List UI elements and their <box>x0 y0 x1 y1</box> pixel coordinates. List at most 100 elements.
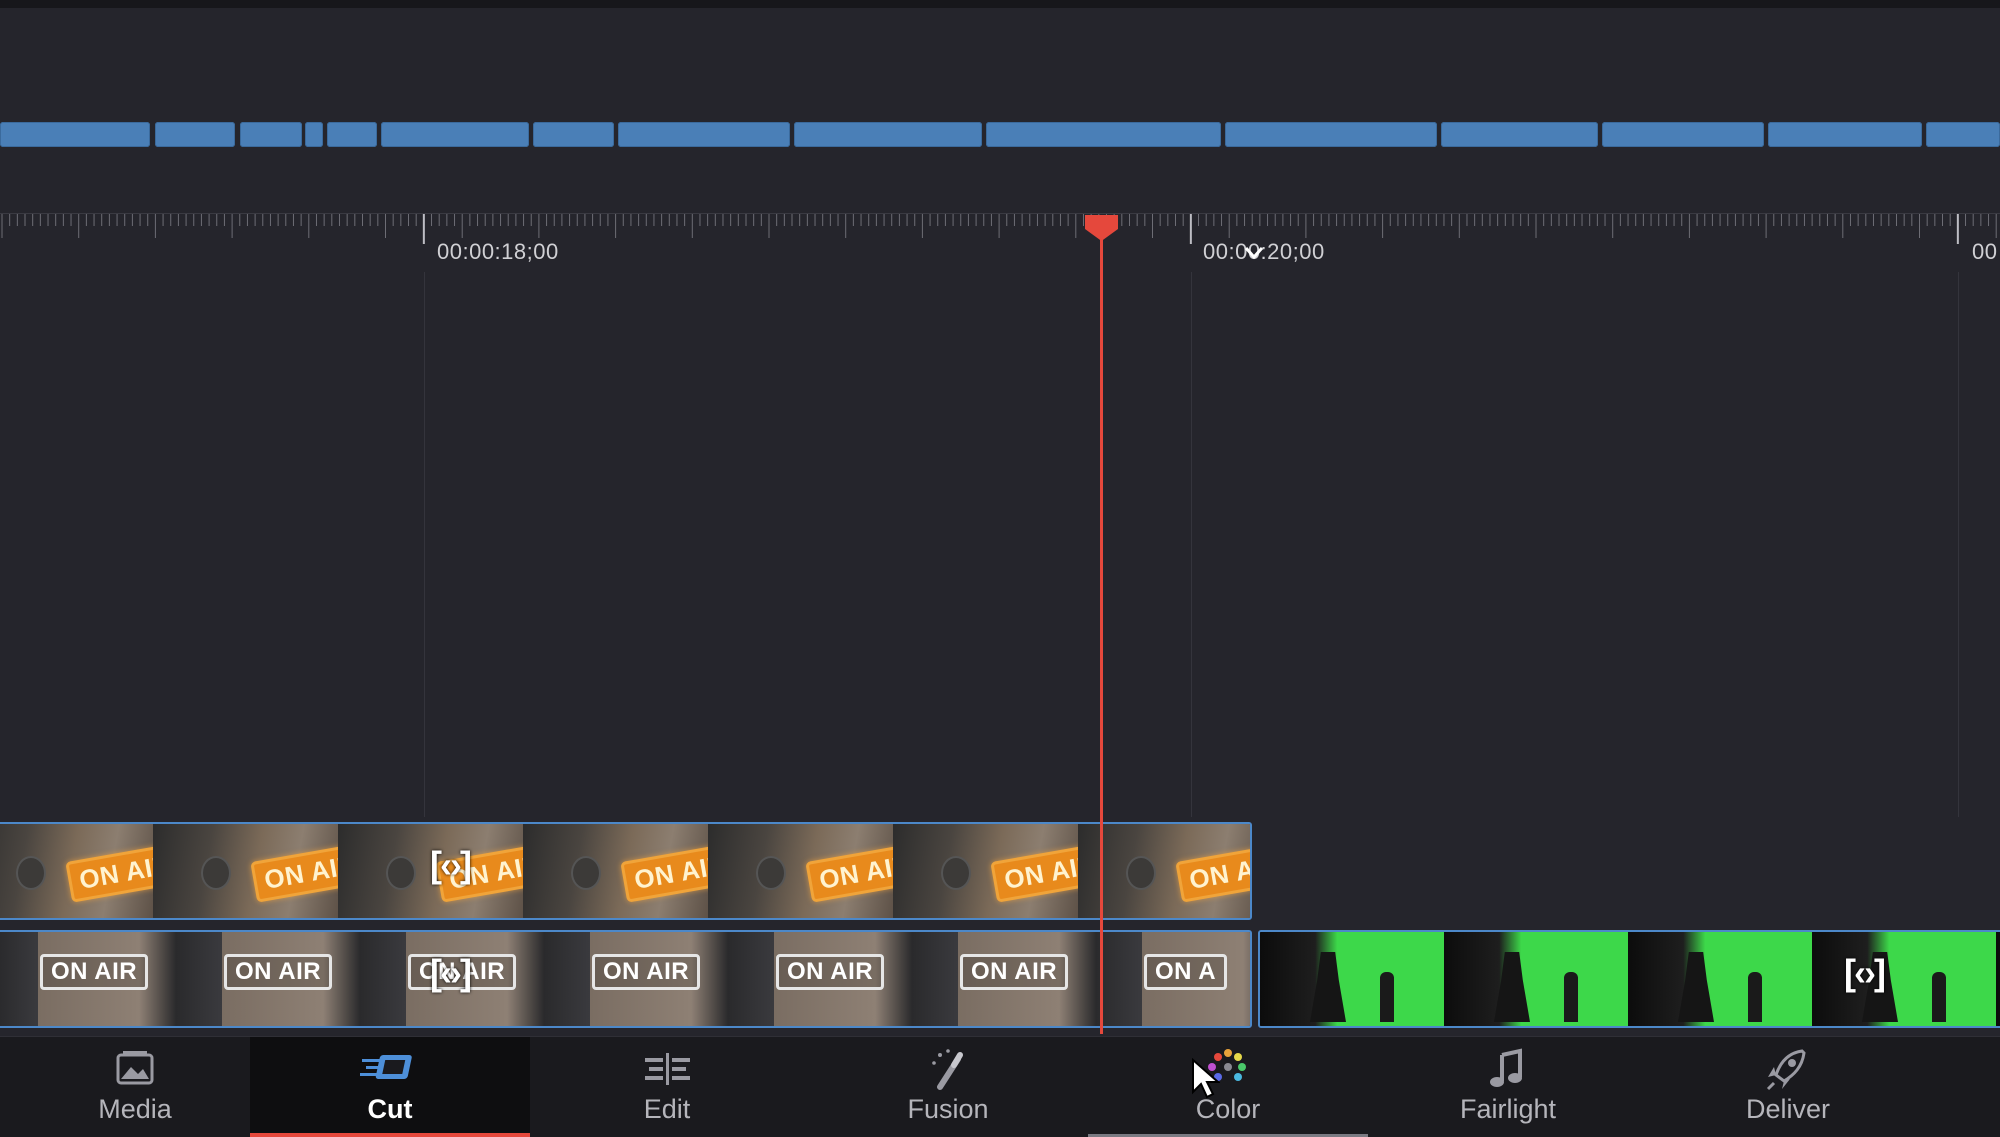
ruler-ticks <box>1 214 1997 244</box>
overview-clip[interactable] <box>327 122 377 147</box>
overview-clip[interactable] <box>618 122 790 147</box>
video-clip-onair-white[interactable]: ON AIR ON AIR ON AIR ON AIR ON AIR ON AIR ON A… <box>0 930 1252 1028</box>
tab-fairlight[interactable]: Fairlight <box>1368 1037 1648 1137</box>
tab-fusion[interactable]: Fusion <box>808 1037 1088 1137</box>
thumbnail-detail <box>386 856 416 890</box>
timecode-label: 00 <box>1972 239 1998 264</box>
tab-cut[interactable]: Cut <box>250 1037 530 1137</box>
onair-sign: ON AIR <box>250 842 338 903</box>
clip-thumbnail <box>0 932 38 1026</box>
clip-thumbnail <box>1812 932 1996 1026</box>
onair-sign: ON AIR <box>805 842 893 903</box>
overview-clip[interactable] <box>1926 122 2000 147</box>
overview-timeline[interactable] <box>0 118 2000 152</box>
overview-clip[interactable] <box>1225 122 1437 147</box>
thumbnail-detail <box>756 856 786 890</box>
tab-color[interactable]: Color <box>1088 1037 1368 1137</box>
tab-label: Media <box>98 1094 172 1124</box>
thumbnail-detail <box>201 856 231 890</box>
tab-edit[interactable]: Edit <box>527 1037 807 1137</box>
top-edge <box>0 0 2000 8</box>
overview-clip[interactable] <box>794 122 982 147</box>
overview-clip[interactable] <box>305 122 323 147</box>
video-clip-onair-orange[interactable]: ON AIR ON AIR ON AIR ON AIR ON AIR ON AIR ON A… <box>0 822 1252 920</box>
onair-sign: ON A <box>1144 954 1228 990</box>
music-note-icon <box>1490 1048 1522 1087</box>
thumbnail-detail <box>1678 952 1714 1022</box>
tab-label: Fairlight <box>1459 1094 1557 1124</box>
thumbnail-detail <box>1494 952 1530 1022</box>
thumbnail-detail <box>1564 972 1578 1022</box>
thumbnail-detail <box>1380 972 1394 1022</box>
clip-thumbnail: ON A <box>1142 932 1250 1026</box>
ruler-gridline <box>1191 272 1192 817</box>
onair-sign: ON AIR <box>620 842 708 903</box>
clip-thumbnail: ON AIR <box>0 824 153 918</box>
trim-handle-icon[interactable]: [‹›] <box>430 844 472 886</box>
video-clip-green-screen[interactable]: [‹›] <box>1258 930 2000 1028</box>
clip-thumbnail: ON AIR <box>708 824 893 918</box>
onair-sign: ON AIR <box>990 842 1078 903</box>
tab-media[interactable]: Media <box>0 1037 275 1137</box>
clip-thumbnail: ON AIR <box>222 932 406 1026</box>
clip-thumbnail: ON AIR <box>523 824 708 918</box>
mouse-cursor-icon <box>1192 1058 1220 1099</box>
clip-thumbnail <box>1444 932 1628 1026</box>
clip-thumbnail: ON AIR <box>153 824 338 918</box>
tab-deliver[interactable]: Deliver <box>1648 1037 1928 1137</box>
chevron-down-icon <box>1244 247 1264 260</box>
thumbnail-detail <box>571 856 601 890</box>
fusion-wand-icon <box>932 1049 963 1090</box>
onair-sign: ON AIR <box>1175 842 1250 903</box>
overview-clip[interactable] <box>986 122 1221 147</box>
clip-thumbnail: ON AIR <box>1078 824 1250 918</box>
overview-clip[interactable] <box>155 122 235 147</box>
onair-sign: ON AIR <box>65 842 153 903</box>
trim-handle-icon[interactable]: [‹›] <box>430 952 472 994</box>
rocket-icon <box>1766 1049 1806 1091</box>
playhead-line[interactable] <box>1100 228 1103 1034</box>
thumbnail-detail <box>1748 972 1762 1022</box>
ruler-gridline <box>424 272 425 817</box>
onair-sign: ON AIR <box>776 954 885 990</box>
clip-thumbnail <box>1996 932 2000 1026</box>
tab-label: Cut <box>367 1094 413 1124</box>
trim-handle-icon[interactable]: [‹›] <box>1844 952 1886 994</box>
overview-clip[interactable] <box>533 122 614 147</box>
onair-sign: ON AIR <box>592 954 701 990</box>
thumbnail-detail <box>941 856 971 890</box>
onair-sign: ON AIR <box>224 954 333 990</box>
thumbnail-detail <box>1126 856 1156 890</box>
overview-clip[interactable] <box>381 122 529 147</box>
page-navigation-bar: Media Cut Edit Fusion Color Fairlight De… <box>0 1036 2000 1137</box>
tab-label: Deliver <box>1745 1094 1831 1124</box>
clip-thumbnail: ON AIR <box>38 932 222 1026</box>
playhead-marker-icon[interactable] <box>1083 213 1120 243</box>
cut-page-icon <box>360 1055 412 1079</box>
clip-thumbnail: ON AIR <box>958 932 1142 1026</box>
thumbnail-detail <box>1310 952 1346 1022</box>
overview-clip[interactable] <box>1768 122 1922 147</box>
tab-label: Edit <box>643 1094 691 1124</box>
clip-thumbnail: ON AIR <box>774 932 958 1026</box>
timeline-ruler[interactable]: 00:00:18;00 00:00:20;00 00 <box>0 213 2000 274</box>
clip-thumbnail <box>1628 932 1812 1026</box>
overview-clip[interactable] <box>0 122 150 147</box>
overview-clip[interactable] <box>240 122 302 147</box>
tab-label: Fusion <box>907 1094 989 1124</box>
clip-thumbnail <box>1260 932 1444 1026</box>
onair-sign: ON AIR <box>960 954 1069 990</box>
active-tab-indicator <box>250 1133 530 1137</box>
onair-sign: ON AIR <box>40 954 149 990</box>
thumbnail-detail <box>1932 972 1946 1022</box>
edit-page-icon <box>645 1053 690 1085</box>
overview-clip[interactable] <box>1441 122 1598 147</box>
timecode-label: 00:00:18;00 <box>437 239 559 264</box>
tab-label: Color <box>1195 1094 1261 1124</box>
ruler-gridline <box>1958 272 1959 817</box>
overview-clip[interactable] <box>1602 122 1764 147</box>
media-pool-icon <box>116 1051 154 1085</box>
clip-thumbnail: ON AIR <box>590 932 774 1026</box>
clip-thumbnail: ON AIR <box>893 824 1078 918</box>
thumbnail-detail <box>16 856 46 890</box>
